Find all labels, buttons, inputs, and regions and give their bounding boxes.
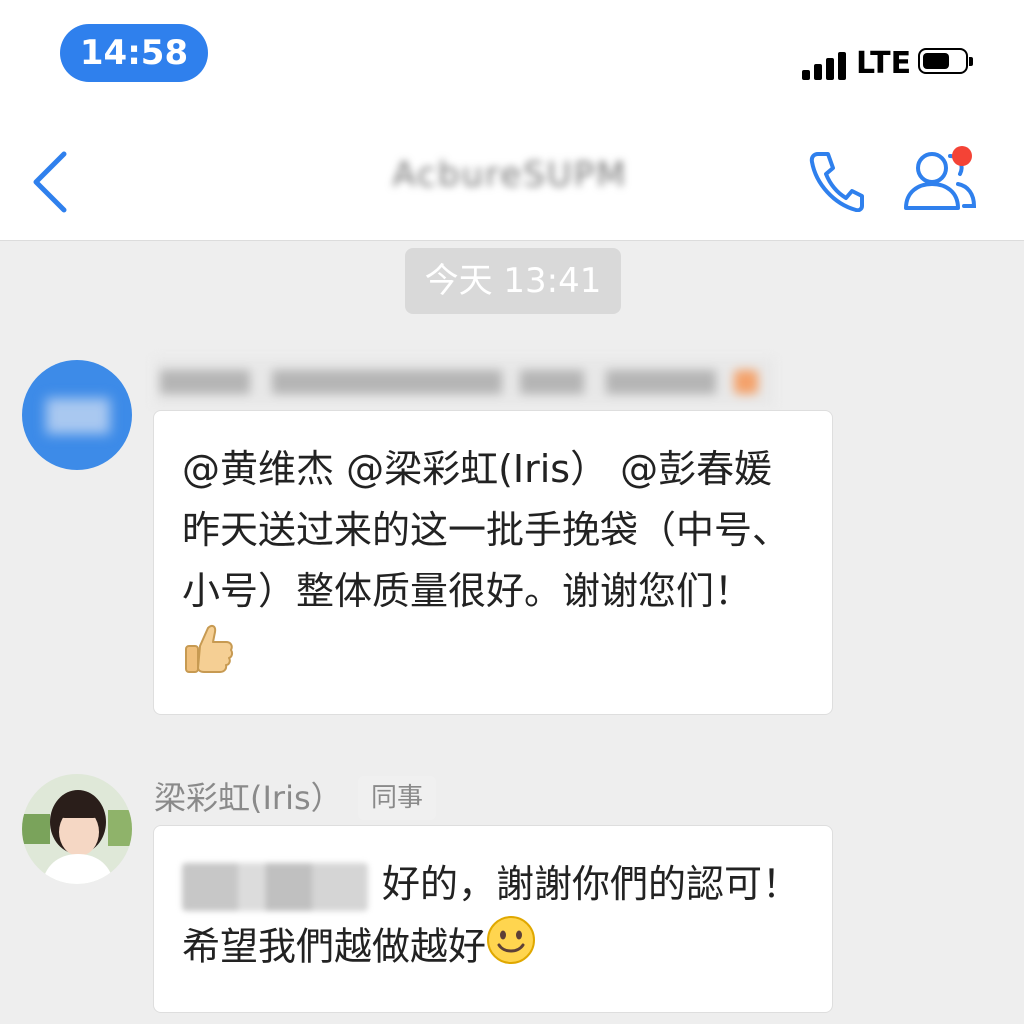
thumbs-up-icon — [182, 622, 234, 694]
sender-name[interactable]: 梁彩虹(Iris） — [154, 776, 343, 820]
status-time[interactable]: 14:58 — [60, 24, 208, 82]
colleague-tag: 同事 — [358, 776, 436, 820]
notification-badge — [952, 146, 972, 166]
message-bubble[interactable]: @黄维杰 @梁彩虹(Iris） @彭春媛 昨天送过来的这一批手挽袋（中号、小号）… — [153, 410, 833, 715]
signal-icon — [802, 50, 846, 80]
avatar[interactable] — [22, 774, 132, 884]
smiley-icon — [486, 915, 536, 983]
chat-title: AcbureSUPM — [392, 155, 628, 195]
back-button[interactable] — [26, 150, 76, 214]
message-text: @黄维杰 @梁彩虹(Iris） @彭春媛 昨天送过来的这一批手挽袋（中号、小号）… — [182, 447, 791, 613]
sender-name-blurred — [154, 358, 774, 406]
message-bubble[interactable]: 好的，謝謝你們的認可！希望我們越做越好 — [153, 825, 833, 1013]
profile-photo — [22, 774, 132, 884]
phone-icon — [809, 152, 864, 213]
chevron-left-icon — [33, 151, 67, 213]
call-button[interactable] — [808, 148, 864, 213]
avatar[interactable] — [22, 360, 132, 470]
battery-icon — [918, 48, 974, 78]
status-bar: 14:58 LTE — [0, 0, 1024, 110]
network-type: LTE — [856, 46, 912, 81]
blurred-mention — [182, 862, 368, 911]
nav-bar: AcbureSUPM — [0, 110, 1024, 241]
chat-timestamp: 今天 13:41 — [405, 248, 621, 314]
